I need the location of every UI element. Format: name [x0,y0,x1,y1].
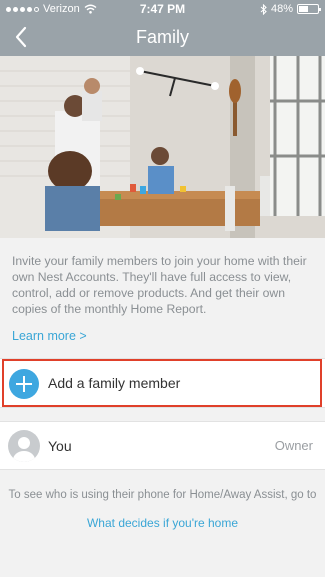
add-family-member-label[interactable]: Add a family member [48,375,180,391]
bluetooth-icon [260,3,267,15]
top-bar: Verizon 7:47 PM 48% Family [0,0,325,56]
nav-bar: Family [0,18,325,56]
avatar [8,430,40,462]
battery-percent: 48% [270,3,293,15]
invite-description: Invite your family members to join your … [12,254,307,316]
home-away-note: To see who is using their phone for Home… [8,489,317,501]
person-icon [13,437,35,462]
plus-icon[interactable] [9,369,39,399]
home-away-link[interactable]: What decides if you're home [0,516,325,530]
battery-icon [297,4,321,14]
member-role: Owner [274,438,313,453]
family-photo-illustration [0,56,325,238]
status-bar: Verizon 7:47 PM 48% [0,0,325,18]
page-title: Family [136,27,189,47]
member-name: You [48,438,72,454]
learn-more-link[interactable]: Learn more > [12,329,87,343]
family-photo [0,56,325,238]
